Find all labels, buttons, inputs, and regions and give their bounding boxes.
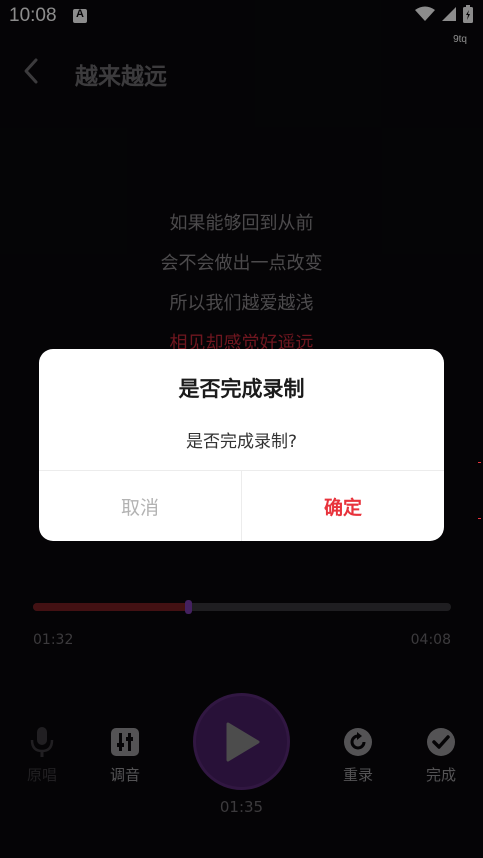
dialog-message: 是否完成录制?	[185, 432, 298, 452]
confirm-dialog: 是否完成录制 是否完成录制? 取消 确定	[39, 349, 444, 541]
cancel-button[interactable]: 取消	[39, 471, 241, 541]
dialog-title: 是否完成录制	[178, 377, 305, 401]
edge-marker	[478, 462, 481, 463]
confirm-button[interactable]: 确定	[242, 471, 444, 541]
edge-marker	[478, 518, 481, 519]
